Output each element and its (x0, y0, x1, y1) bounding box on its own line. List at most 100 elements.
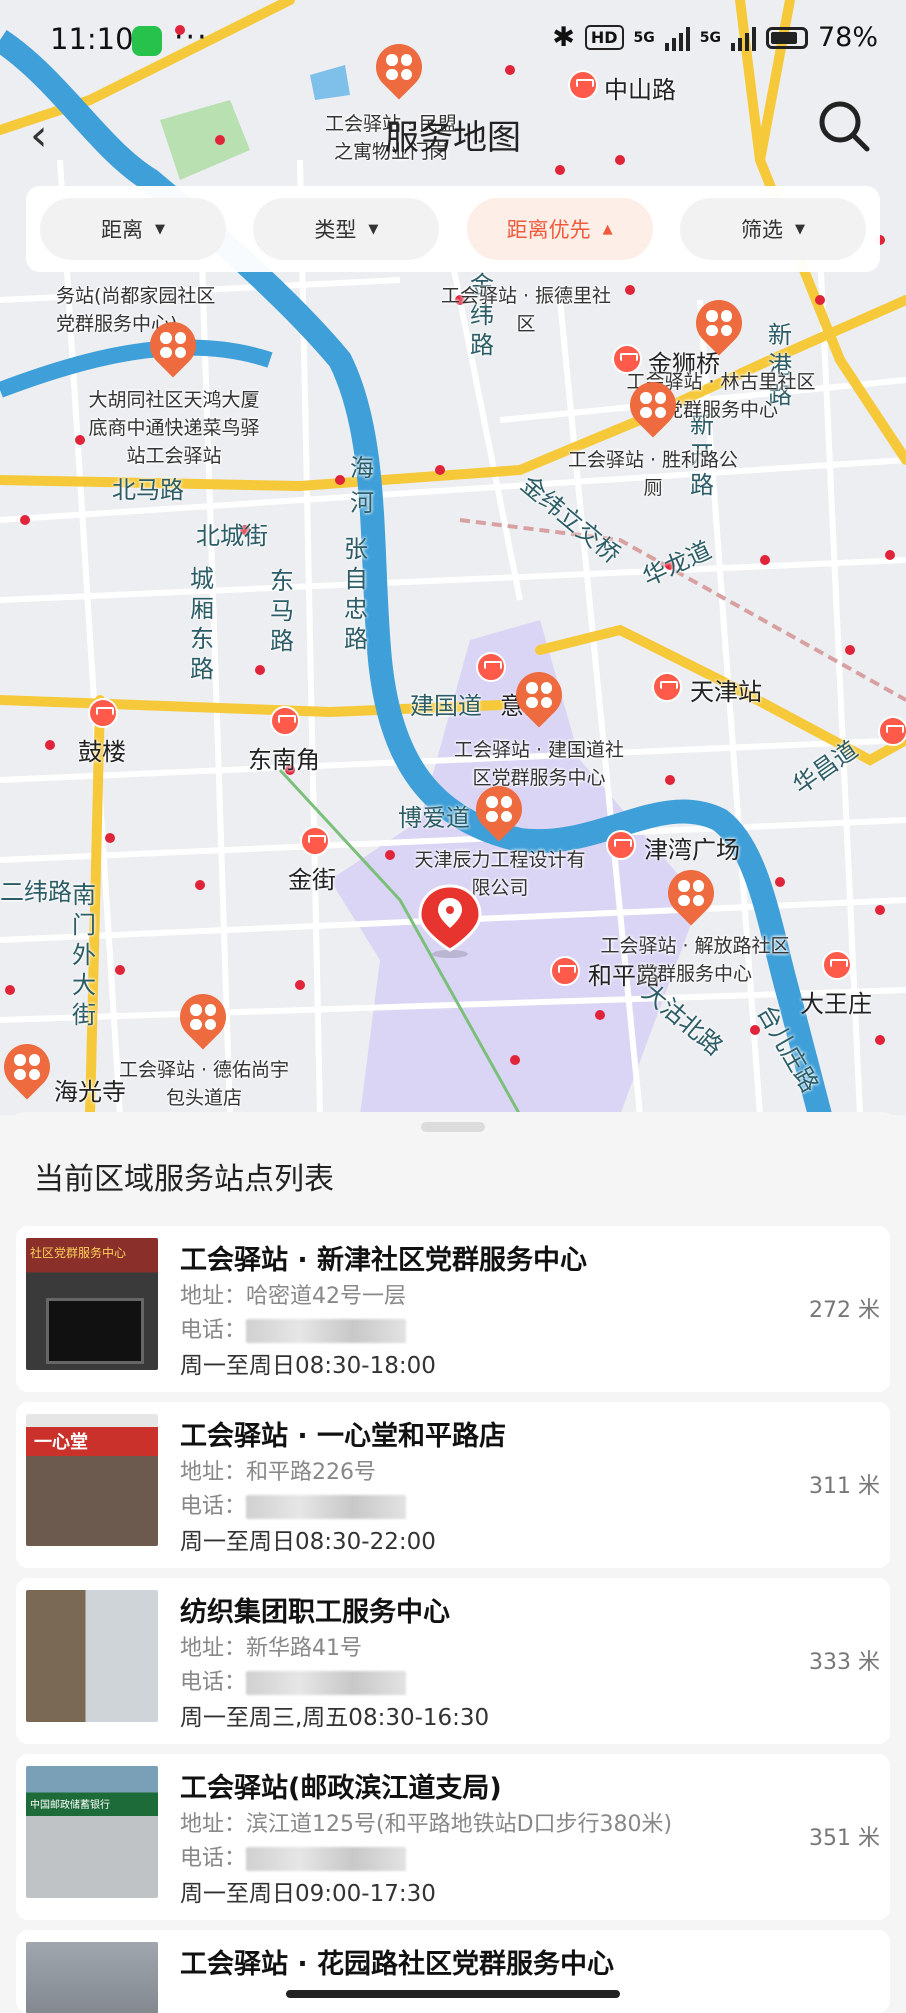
poi-label[interactable]: 务站(尚都家园社区党群服务中心) (56, 282, 226, 338)
signal-icon-2 (730, 25, 756, 51)
station-card[interactable]: 一心堂 工会驿站 · 一心堂和平路店 地址：和平路226号 电话： 周一至周日0… (16, 1402, 890, 1568)
search-icon[interactable] (816, 98, 872, 154)
home-indicator[interactable] (286, 1990, 620, 1998)
more-notifications-icon: ··· (174, 20, 209, 55)
network-label: 5G (633, 29, 655, 46)
station-distance: 351 米 (809, 1826, 880, 1851)
metro-station-icon[interactable] (822, 950, 852, 980)
metro-station-label: 津湾广场 (644, 836, 740, 864)
phone-redacted (246, 1671, 407, 1695)
road-label: 南门外大街 (72, 881, 96, 1029)
road-label: 二纬路 (0, 878, 72, 906)
station-distance: 311 米 (809, 1474, 880, 1499)
drag-handle[interactable] (421, 1122, 485, 1132)
network-label-2: 5G (699, 29, 721, 46)
poi-label[interactable]: 工会驿站 · 胜利路公厕 (566, 446, 740, 502)
metro-station-icon[interactable] (476, 652, 506, 682)
station-distance: 272 米 (809, 1298, 880, 1323)
caret-up-icon: ▲ (602, 221, 613, 237)
metro-station-label: 东南角 (248, 746, 320, 774)
service-station-pin-icon[interactable] (170, 984, 236, 1050)
station-address: 地址：新华路41号 (180, 1630, 362, 1662)
station-address: 地址：和平路226号 (180, 1454, 376, 1486)
poi-label[interactable]: 工会驿站 · 德佑尚宇包头道店 (116, 1056, 292, 1112)
filter-label: 筛选 (740, 218, 783, 242)
status-bar: 11:10 ··· ✱ HD 5G 5G 78% (0, 0, 906, 84)
station-hours: 周一至周日08:30-18:00 (180, 1353, 436, 1379)
metro-station-icon[interactable] (606, 830, 636, 860)
sort-distance-first-button[interactable]: 距离优先 ▲ (466, 198, 653, 260)
station-phone[interactable]: 电话： (180, 1312, 407, 1344)
station-photo: 社区党群服务中心 (26, 1238, 158, 1370)
address-prefix: 地址： (180, 1636, 247, 1661)
metro-station-label: 金街 (288, 866, 336, 894)
filter-type-button[interactable]: 类型 ▼ (253, 198, 440, 260)
battery-percent: 78% (817, 22, 878, 53)
station-list-sheet[interactable]: 当前区域服务站点列表 社区党群服务中心 工会驿站 · 新津社区党群服务中心 地址… (0, 1112, 906, 2013)
filter-more-button[interactable]: 筛选 ▼ (679, 198, 866, 260)
current-location-pin-icon[interactable] (418, 884, 482, 958)
metro-station-icon[interactable] (270, 706, 300, 736)
station-photo (26, 1942, 158, 2013)
address-value: 哈密道42号一层 (246, 1284, 407, 1309)
address-prefix: 地址： (180, 1284, 247, 1309)
metro-station-icon[interactable] (612, 344, 642, 374)
station-name: 工会驿站(邮政滨江道支局) (180, 1773, 502, 1804)
station-name: 工会驿站 · 花园路社区党群服务中心 (180, 1949, 615, 1980)
poi-label[interactable]: 大胡同社区天鸿大厦底商中通快递菜鸟驿站工会驿站 (84, 386, 264, 470)
poi-label[interactable]: 工会驿站 · 解放路社区党群服务中心 (600, 932, 790, 988)
caret-down-icon: ▼ (794, 221, 805, 237)
phone-prefix: 电话： (180, 1494, 247, 1519)
service-station-pin-icon[interactable] (140, 312, 206, 378)
metro-station-label: 天津站 (690, 678, 762, 706)
filter-label: 类型 (314, 218, 357, 242)
station-phone[interactable]: 电话： (180, 1488, 407, 1520)
service-station-pin-icon[interactable] (620, 372, 686, 438)
hd-badge: HD (584, 25, 624, 50)
filter-distance-button[interactable]: 距离 ▼ (40, 198, 226, 260)
wechat-icon (132, 26, 162, 56)
metro-station-label: 大王庄 (800, 990, 872, 1018)
page-title: 服务地图 (385, 118, 521, 158)
station-card[interactable]: 纺织集团职工服务中心 地址：新华路41号 电话： 周一至周三,周五08:30-1… (16, 1578, 890, 1744)
phone-redacted (246, 1319, 407, 1343)
station-card[interactable]: 社区党群服务中心 工会驿站 · 新津社区党群服务中心 地址：哈密道42号一层 电… (16, 1226, 890, 1392)
address-prefix: 地址： (180, 1460, 247, 1485)
metro-station-icon[interactable] (652, 672, 682, 702)
road-label: 北马路 (112, 476, 184, 504)
station-hours: 周一至周三,周五08:30-16:30 (180, 1705, 490, 1731)
station-phone[interactable]: 电话： (180, 1840, 407, 1872)
station-photo: 中国邮政储蓄银行 (26, 1766, 158, 1898)
station-phone[interactable]: 电话： (180, 1664, 407, 1696)
caret-down-icon: ▼ (368, 221, 379, 237)
metro-station-icon[interactable] (878, 716, 906, 746)
service-station-pin-icon[interactable] (658, 860, 724, 926)
title-bar: ‹ 服务地图 (0, 90, 906, 170)
station-card[interactable]: 中国邮政储蓄银行 工会驿站(邮政滨江道支局) 地址：滨江道125号(和平路地铁站… (16, 1754, 890, 1920)
metro-station-icon[interactable] (88, 698, 118, 728)
poi-label[interactable]: 工会驿站 · 振德里社区 (436, 282, 616, 338)
phone-prefix: 电话： (180, 1670, 247, 1695)
station-address: 地址：滨江道125号(和平路地铁站D口步行380米) (180, 1806, 672, 1838)
station-hours: 周一至周日09:00-17:30 (180, 1881, 436, 1907)
bluetooth-icon: ✱ (552, 22, 575, 53)
station-name: 工会驿站 · 一心堂和平路店 (180, 1421, 507, 1452)
service-station-pin-icon[interactable] (466, 776, 532, 842)
status-time: 11:10 (50, 22, 134, 56)
address-value: 新华路41号 (246, 1636, 363, 1661)
filter-label: 距离优先 (506, 218, 591, 242)
metro-station-icon[interactable] (550, 956, 580, 986)
station-card[interactable]: 工会驿站 · 花园路社区党群服务中心 (16, 1930, 890, 2013)
service-station-pin-icon[interactable] (506, 662, 572, 728)
road-label: 东马路 (270, 567, 294, 655)
phone-prefix: 电话： (180, 1318, 247, 1343)
status-right: ✱ HD 5G 5G 78% (552, 22, 878, 53)
address-value: 滨江道125号(和平路地铁站D口步行380米) (246, 1812, 673, 1837)
battery-icon (765, 26, 808, 49)
service-station-pin-icon[interactable] (0, 1034, 60, 1100)
station-photo: 一心堂 (26, 1414, 158, 1546)
metro-station-icon[interactable] (300, 826, 330, 856)
service-station-pin-icon[interactable] (686, 290, 752, 356)
thumb-sign: 社区党群服务中心 (30, 1246, 127, 1260)
poi-label[interactable]: 工会驿站 · 建国道社区党群服务中心 (446, 736, 632, 792)
